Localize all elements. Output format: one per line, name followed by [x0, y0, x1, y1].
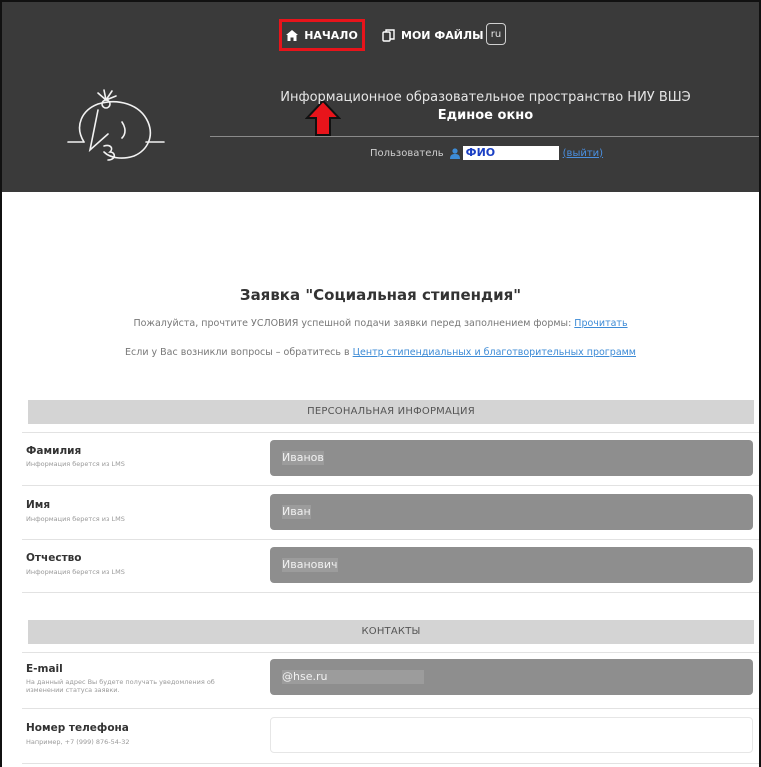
surname-value: Иванов — [282, 451, 324, 465]
nav-files-label: МОИ ФАЙЛЫ — [401, 28, 484, 42]
section-personal-header: ПЕРСОНАЛЬНАЯ ИНФОРМАЦИЯ — [28, 400, 754, 424]
nav-files-button[interactable]: МОИ ФАЙЛЫ — [382, 24, 484, 46]
patronymic-hint: Информация берется из LMS — [26, 568, 125, 576]
patronymic-field[interactable]: Иванович — [270, 547, 753, 583]
row-divider — [22, 539, 759, 540]
email-label: E-mail — [26, 663, 63, 675]
row-divider — [22, 485, 759, 486]
site-header: Информационное образовательное пространс… — [2, 52, 759, 192]
section-contacts-header: КОНТАКТЫ — [28, 620, 754, 644]
portal-title: Информационное образовательное пространс… — [280, 90, 691, 105]
user-info: Пользователь ФИО (выйти) — [370, 146, 603, 160]
user-prefix: Пользователь — [370, 147, 444, 159]
row-divider — [22, 432, 759, 433]
name-value: Иван — [282, 505, 311, 519]
conditions-link[interactable]: Прочитать — [574, 318, 627, 329]
name-label: Имя — [26, 499, 51, 511]
page-frame: НАЧАЛО МОИ ФАЙЛЫ ru Информационное образ… — [0, 0, 761, 767]
email-field[interactable]: @hse.ru — [270, 659, 753, 695]
row-divider — [22, 592, 759, 593]
language-switch[interactable]: ru — [486, 23, 506, 45]
form-title: Заявка "Социальная стипендия" — [239, 286, 522, 304]
logout-link[interactable]: (выйти) — [563, 148, 603, 159]
home-icon — [286, 29, 299, 41]
row-divider — [22, 763, 759, 764]
top-navbar: НАЧАЛО МОИ ФАЙЛЫ ru — [2, 2, 759, 52]
nav-home-label: НАЧАЛО — [304, 28, 358, 42]
surname-field[interactable]: Иванов — [270, 440, 753, 476]
email-hint: На данный адрес Вы будете получать уведо… — [26, 678, 215, 694]
files-icon — [382, 28, 395, 42]
questions-text: Если у Вас возникли вопросы – обратитесь… — [125, 347, 353, 358]
user-name: ФИО — [462, 146, 559, 160]
questions-note: Если у Вас возникли вопросы – обратитесь… — [2, 347, 759, 358]
nav-home-button[interactable]: НАЧАЛО — [279, 19, 365, 51]
row-divider — [22, 708, 759, 709]
surname-hint: Информация берется из LMS — [26, 460, 125, 468]
patronymic-label: Отчество — [26, 552, 82, 564]
patronymic-value: Иванович — [282, 558, 338, 572]
email-value: @hse.ru — [282, 670, 424, 684]
name-field[interactable]: Иван — [270, 494, 753, 530]
row-divider — [22, 652, 759, 653]
phone-field[interactable] — [270, 717, 753, 753]
user-icon — [449, 147, 460, 159]
name-hint: Информация берется из LMS — [26, 515, 125, 523]
conditions-note: Пожалуйста, прочтите УСЛОВИЯ успешной по… — [2, 318, 759, 329]
surname-label: Фамилия — [26, 445, 82, 457]
conditions-text: Пожалуйста, прочтите УСЛОВИЯ успешной по… — [133, 318, 575, 329]
phone-label: Номер телефона — [26, 722, 129, 734]
hse-logo — [67, 89, 165, 161]
portal-subtitle: Единое окно — [437, 108, 534, 123]
scholarship-center-link[interactable]: Центр стипендиальных и благотворительных… — [353, 347, 636, 358]
phone-hint: Например, +7 (999) 876-54-32 — [26, 738, 130, 746]
header-divider — [210, 136, 759, 137]
